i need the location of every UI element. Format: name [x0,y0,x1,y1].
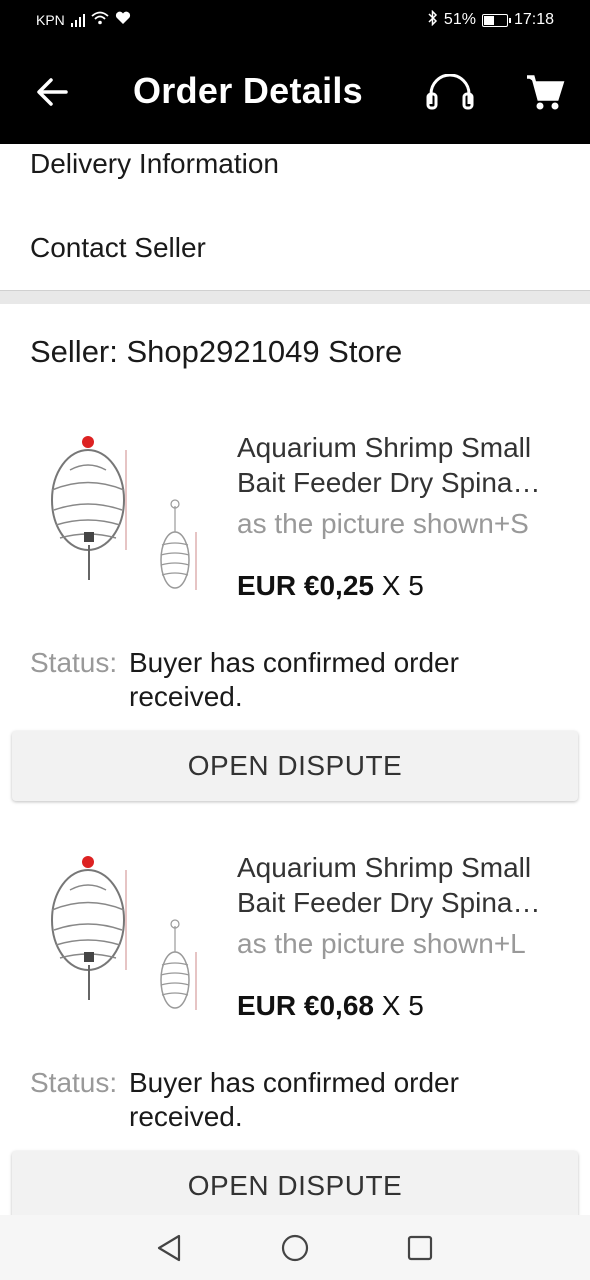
seller-name[interactable]: Seller: Shop2921049 Store [30,334,402,370]
battery-percent: 51% [443,11,476,28]
delivery-information-link[interactable]: Delivery Information [30,148,279,180]
nav-home-button[interactable] [278,1231,312,1265]
bait-cage-image [51,436,197,590]
customer-support-button[interactable] [424,68,476,120]
nav-recents-button[interactable] [403,1231,437,1265]
nav-back-button[interactable] [152,1231,186,1265]
product-price: EUR €0,68 [237,990,374,1021]
status-value: Buyer has confirmed order received. [129,1067,459,1132]
product-title[interactable]: Aquarium Shrimp Small Bait Feeder Dry Sp… [237,430,567,500]
status-label: Status: [30,1067,118,1098]
battery-level-fill [483,15,495,25]
section-divider [0,290,590,304]
status-label: Status: [30,647,118,678]
product-image[interactable] [30,420,220,610]
product-image[interactable] [30,840,220,1030]
health-heart-icon [115,11,131,30]
triangle-back-icon [157,1234,181,1262]
product-quantity: X 5 [373,990,424,1021]
cart-icon [527,75,565,110]
headset-icon [426,74,474,110]
carrier-label: KPN [36,12,65,28]
contact-seller-link[interactable]: Contact Seller [30,232,206,264]
bait-cage-image [51,856,197,1010]
clock: 17:18 [513,11,554,28]
product-title[interactable]: Aquarium Shrimp Small Bait Feeder Dry Sp… [237,850,567,920]
product-title-line: Bait Feeder Dry Spina… [237,887,541,918]
status-value: Buyer has confirmed order received. [129,647,459,712]
product-price-row: EUR €0,25 X 5 [237,570,424,602]
system-nav-bar [0,1215,590,1280]
status-bar: KPN 51% 17:18 [0,0,590,40]
square-recents-icon [407,1235,433,1261]
product-variant: as the picture shown+S [237,508,529,539]
product-title-line: Aquarium Shrimp Small [237,852,532,883]
bluetooth-icon [428,9,438,31]
page-title: Order Details [133,70,363,111]
wifi-icon [91,11,109,30]
product-price-row: EUR €0,68 X 5 [237,990,424,1022]
product-title-line: Bait Feeder Dry Spina… [237,467,541,498]
signal-icon [70,13,85,27]
battery-icon [481,13,511,27]
status-bar-right: 51% 17:18 [428,9,554,31]
back-button[interactable] [30,70,74,114]
circle-home-icon [281,1234,309,1262]
open-dispute-button[interactable]: OPEN DISPUTE [12,731,578,801]
product-quantity: X 5 [373,570,424,601]
open-dispute-button[interactable]: OPEN DISPUTE [12,1151,578,1221]
cart-button[interactable] [520,68,570,118]
order-menu: Delivery Information Contact Seller [0,144,590,290]
product-title-line: Aquarium Shrimp Small [237,432,532,463]
product-variant: as the picture shown+L [237,928,526,959]
status-bar-left: KPN [36,11,131,30]
product-price: EUR €0,25 [237,570,374,601]
app-bar: Order Details [0,40,590,144]
arrow-left-icon [37,78,68,106]
